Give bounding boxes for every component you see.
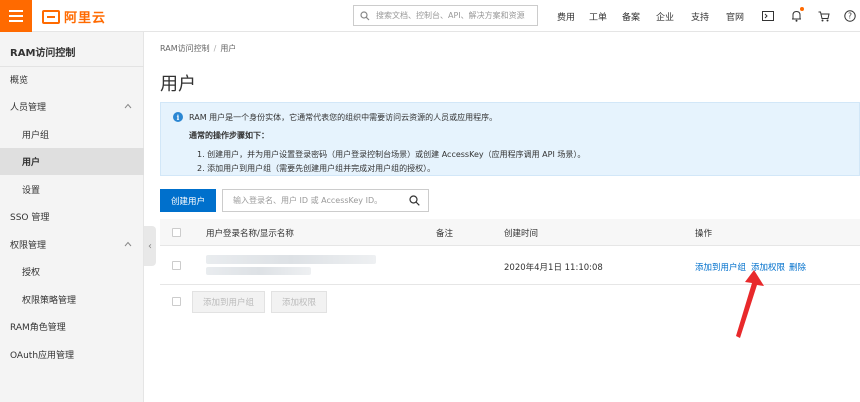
bulk-add-permission-button[interactable]: 添加权限 xyxy=(271,291,327,313)
chevron-up-icon xyxy=(124,103,132,109)
redacted-username xyxy=(206,255,376,264)
column-header-note: 备注 xyxy=(436,229,454,239)
terminal-icon[interactable] xyxy=(761,9,775,23)
chevron-up-icon xyxy=(124,241,132,247)
breadcrumb: RAM访问控制 / 用户 xyxy=(160,43,236,54)
sidebar-item-ram-roles[interactable]: RAM角色管理 xyxy=(0,313,144,340)
sidebar-item-overview[interactable]: 概览 xyxy=(0,66,144,93)
info-step-2: 2. 添加用户到用户组（需要先创建用户组并完成对用户组的授权）。 xyxy=(197,164,436,173)
help-icon[interactable]: ? xyxy=(843,9,857,23)
delete-link[interactable]: 删除 xyxy=(789,261,806,273)
search-icon[interactable] xyxy=(409,195,420,206)
sidebar-item-label: 用户组 xyxy=(22,131,50,141)
breadcrumb-separator: / xyxy=(213,44,217,53)
info-heading: 通常的操作步骤如下： xyxy=(189,131,269,140)
bell-icon[interactable] xyxy=(789,7,804,23)
svg-text:?: ? xyxy=(848,12,852,21)
logo[interactable]: 阿里云 xyxy=(42,7,106,26)
sidebar-item-settings[interactable]: 设置 xyxy=(0,176,144,203)
sidebar-collapse-handle[interactable]: ‹ xyxy=(144,226,156,266)
sidebar-item-label: OAuth应用管理 xyxy=(10,351,75,361)
search-icon xyxy=(360,10,370,20)
breadcrumb-root[interactable]: RAM访问控制 xyxy=(160,44,210,53)
user-search-input[interactable]: 输入登录名、用户 ID 或 AccessKey ID。 xyxy=(222,189,429,212)
row-checkbox[interactable] xyxy=(172,261,181,270)
info-icon: i xyxy=(173,112,183,122)
cart-icon[interactable] xyxy=(817,9,831,23)
sidebar-item-label: 权限策略管理 xyxy=(22,296,77,306)
sidebar-item-groups[interactable]: 用户组 xyxy=(0,121,144,148)
nav-icp[interactable]: 备案 xyxy=(622,10,640,23)
chevron-left-icon: ‹ xyxy=(148,240,152,252)
bulk-add-to-group-button[interactable]: 添加到用户组 xyxy=(192,291,265,313)
sidebar-item-label: 用户 xyxy=(22,158,41,168)
sidebar-item-label: 设置 xyxy=(22,186,41,196)
logo-mark-icon xyxy=(42,9,60,24)
user-search-placeholder: 输入登录名、用户 ID 或 AccessKey ID。 xyxy=(233,196,383,205)
info-step-1: 1. 创建用户，并为用户设置登录密码（用户登录控制台场景）或创建 AccessK… xyxy=(197,150,586,159)
sidebar-item-label: SSO 管理 xyxy=(10,213,50,223)
nav-official-site[interactable]: 官网 xyxy=(726,10,744,23)
created-time: 2020年4月1日 11:10:08 xyxy=(504,263,603,273)
sidebar-item-label: RAM角色管理 xyxy=(10,323,66,333)
sidebar-item-policies[interactable]: 权限策略管理 xyxy=(0,286,144,313)
page-title: 用户 xyxy=(160,74,196,95)
sidebar-item-users[interactable]: 用户 xyxy=(0,148,144,175)
menu-icon[interactable] xyxy=(0,0,32,32)
sidebar-item-label: 授权 xyxy=(22,268,41,278)
global-search-input[interactable]: 搜索文档、控制台、API、解决方案和资源 xyxy=(353,5,538,26)
nav-enterprise[interactable]: 企业 xyxy=(656,10,674,23)
info-description: RAM 用户是一个身份实体，它通常代表您的组织中需要访问云资源的人员或应用程序。 xyxy=(189,113,498,122)
column-header-created: 创建时间 xyxy=(504,229,539,239)
redacted-display-name xyxy=(206,267,311,275)
column-header-actions: 操作 xyxy=(695,229,713,239)
create-user-button[interactable]: 创建用户 xyxy=(160,189,216,212)
bulk-select-checkbox[interactable] xyxy=(172,297,181,306)
breadcrumb-current: 用户 xyxy=(220,44,237,53)
select-all-checkbox[interactable] xyxy=(172,228,181,237)
table-header: 用户登录名称/显示名称 备注 创建时间 操作 xyxy=(160,219,860,246)
sidebar: RAM访问控制 概览 人员管理 用户组 用户 设置 SSO 管理 权限管理 授权… xyxy=(0,32,144,402)
info-notice: i RAM 用户是一个身份实体，它通常代表您的组织中需要访问云资源的人员或应用程… xyxy=(160,102,860,176)
sidebar-item-grants[interactable]: 授权 xyxy=(0,258,144,285)
sidebar-item-label: 权限管理 xyxy=(10,241,47,251)
sidebar-item-sso[interactable]: SSO 管理 xyxy=(0,203,144,230)
column-header-name: 用户登录名称/显示名称 xyxy=(206,229,294,239)
sidebar-item-label: 概览 xyxy=(10,76,29,86)
sidebar-item-permissions[interactable]: 权限管理 xyxy=(0,231,144,258)
sidebar-item-label: 人员管理 xyxy=(10,103,47,113)
global-search-placeholder: 搜索文档、控制台、API、解决方案和资源 xyxy=(376,11,525,20)
nav-support[interactable]: 支持 xyxy=(691,10,709,23)
nav-tickets[interactable]: 工单 xyxy=(589,10,607,23)
sidebar-item-identities[interactable]: 人员管理 xyxy=(0,93,144,120)
annotation-arrow-icon xyxy=(736,270,764,338)
nav-fees[interactable]: 费用 xyxy=(557,10,575,23)
logo-text: 阿里云 xyxy=(64,11,107,26)
sidebar-item-oauth-apps[interactable]: OAuth应用管理 xyxy=(0,341,144,368)
top-bar: 阿里云 搜索文档、控制台、API、解决方案和资源 费用 工单 备案 企业 支持 … xyxy=(0,0,860,32)
notification-dot xyxy=(800,7,804,11)
sidebar-title: RAM访问控制 xyxy=(10,48,76,59)
